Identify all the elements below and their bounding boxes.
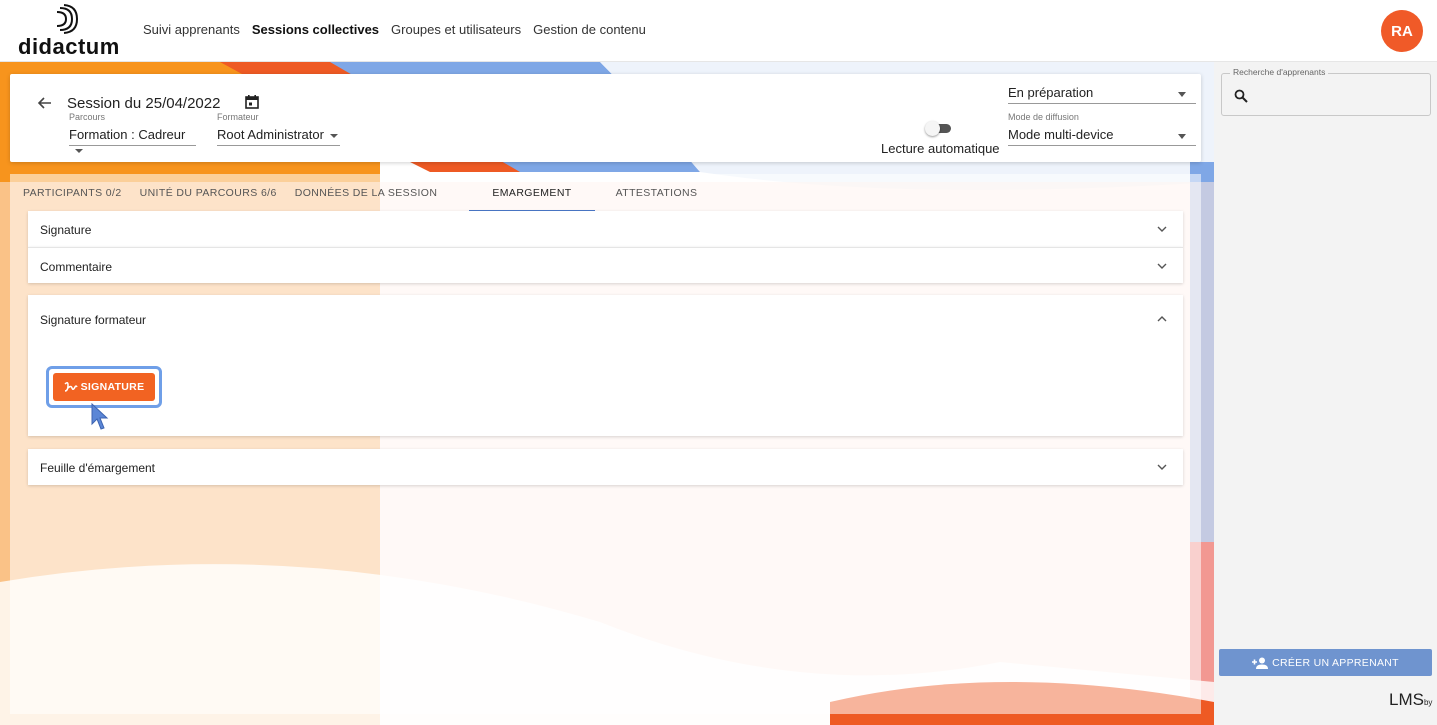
accordion-commentaire[interactable]: Commentaire — [28, 247, 1183, 283]
tab-participants[interactable]: PARTICIPANTS 0/2 — [14, 182, 131, 212]
tab-donnees-session[interactable]: DONNÉES DE LA SESSION — [286, 182, 470, 212]
chevron-down-icon — [1157, 464, 1167, 470]
diffusion-label: Mode de diffusion — [1008, 112, 1079, 122]
autoplay-label: Lecture automatique — [881, 141, 1000, 156]
accordion-title: Feuille d'émargement — [40, 461, 156, 475]
session-tabs: PARTICIPANTS 0/2 UNITÉ DU PARCOURS 6/6 D… — [14, 182, 706, 212]
parcours-label: Parcours — [69, 112, 106, 122]
lms-logo-text: LMS — [1389, 690, 1424, 709]
main-panel: Session du 25/04/2022 Parcours Formation… — [0, 62, 1214, 725]
chevron-down-icon — [75, 148, 83, 153]
chevron-down-icon — [1157, 226, 1167, 232]
calendar-icon[interactable] — [244, 94, 260, 110]
lms-by-text: by — [1423, 698, 1433, 707]
chevron-down-icon — [1157, 263, 1167, 269]
accordion-title: Commentaire — [40, 260, 113, 274]
formateur-label: Formateur — [217, 112, 259, 122]
diffusion-select[interactable]: Mode multi-device — [1008, 124, 1196, 146]
nav-suivi-apprenants[interactable]: Suivi apprenants — [143, 22, 240, 37]
right-sidebar: Recherche d'apprenants CRÉER UN APPRENAN… — [1214, 62, 1437, 725]
signature-button-label: SIGNATURE — [80, 381, 145, 393]
create-learner-label: CRÉER UN APPRENANT — [1272, 656, 1399, 669]
parcours-value: Formation : Cadreur — [69, 127, 186, 142]
accordion-title: Signature — [40, 223, 92, 237]
create-learner-button[interactable]: CRÉER UN APPRENANT — [1219, 649, 1432, 676]
diffusion-value: Mode multi-device — [1008, 127, 1114, 142]
formateur-value: Root Administrator — [217, 127, 324, 142]
nav-sessions-collectives[interactable]: Sessions collectives — [252, 22, 379, 37]
logo-mark-icon — [56, 4, 79, 34]
accordion-signature-formateur: Signature formateur SIGNATURE — [28, 295, 1183, 436]
autoplay-toggle[interactable] — [925, 121, 951, 136]
search-legend: Recherche d'apprenants — [1230, 67, 1329, 77]
signature-button[interactable]: SIGNATURE — [53, 373, 155, 401]
chevron-down-icon — [329, 133, 338, 138]
status-select[interactable]: En préparation — [1008, 82, 1196, 104]
main-nav: Suivi apprenants Sessions collectives Gr… — [143, 22, 646, 37]
mouse-cursor-icon — [91, 402, 109, 430]
tab-attestations[interactable]: ATTESTATIONS — [595, 182, 707, 212]
parcours-select[interactable]: Formation : Cadreur — [69, 124, 196, 153]
status-value: En préparation — [1008, 85, 1094, 100]
learner-search: Recherche d'apprenants — [1221, 67, 1431, 116]
search-input[interactable] — [1256, 86, 1421, 106]
back-arrow-icon[interactable] — [36, 94, 54, 112]
nav-gestion-contenu[interactable]: Gestion de contenu — [533, 22, 646, 37]
brand-name: didactum — [18, 34, 120, 59]
tab-unite-parcours[interactable]: UNITÉ DU PARCOURS 6/6 — [131, 182, 286, 212]
nav-groupes-utilisateurs[interactable]: Groupes et utilisateurs — [391, 22, 521, 37]
session-title: Session du 25/04/2022 — [67, 95, 221, 112]
top-bar: didactum Suivi apprenants Sessions colle… — [0, 0, 1437, 62]
add-person-icon — [1252, 657, 1269, 669]
session-header-card: Session du 25/04/2022 Parcours Formation… — [10, 74, 1201, 162]
signature-icon — [64, 381, 78, 392]
accordion-feuille-emargement[interactable]: Feuille d'émargement — [28, 449, 1183, 485]
user-avatar[interactable]: RA — [1381, 10, 1423, 52]
didactum-logo[interactable]: didactum — [18, 4, 128, 59]
chevron-up-icon[interactable] — [1157, 314, 1167, 324]
chevron-down-icon — [1178, 92, 1186, 97]
accordion-signature[interactable]: Signature — [28, 211, 1183, 247]
chevron-down-icon — [1178, 134, 1186, 139]
search-icon — [1234, 89, 1248, 103]
formateur-select[interactable]: Root Administrator — [217, 124, 340, 146]
tab-emargement[interactable]: EMARGEMENT — [469, 182, 595, 212]
toggle-knob — [925, 121, 940, 136]
lms-logo: LMSby — [1389, 690, 1432, 710]
accordion-title: Signature formateur — [40, 313, 147, 327]
